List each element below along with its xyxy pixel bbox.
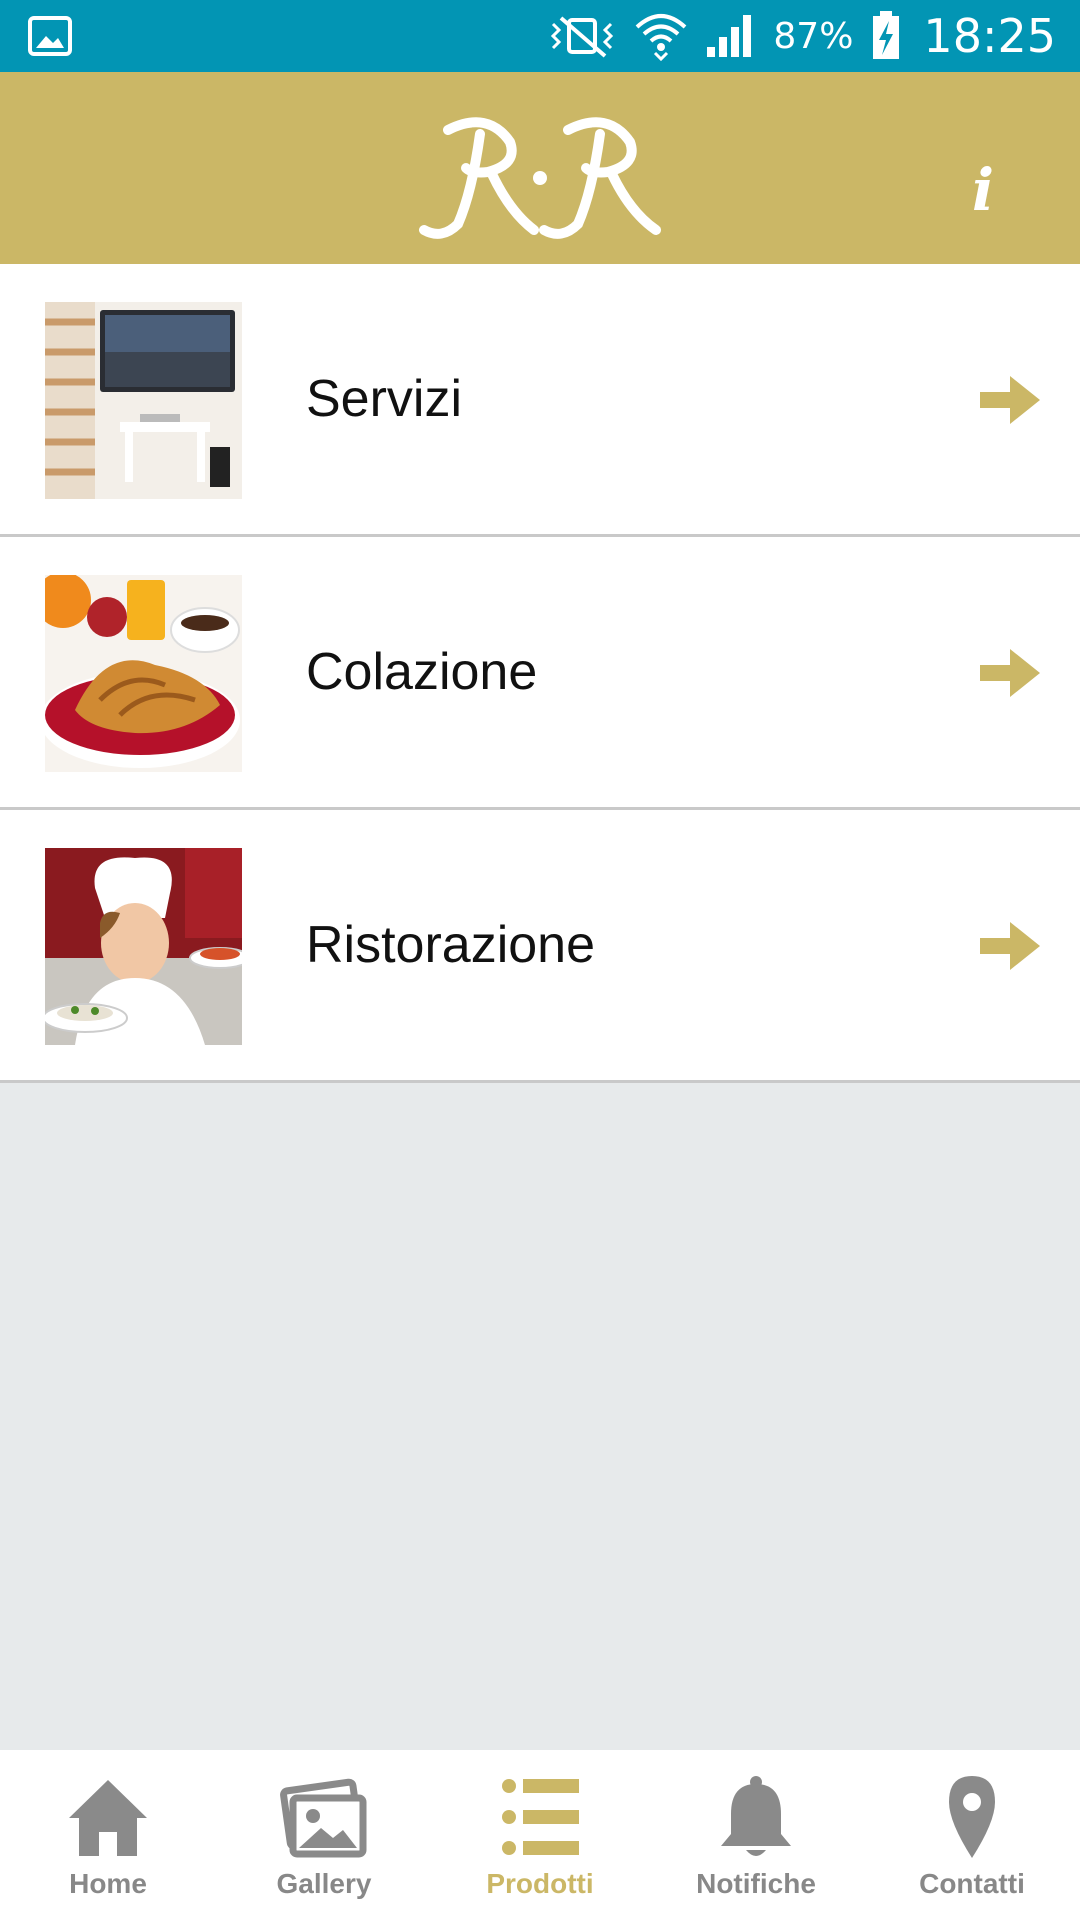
nav-home[interactable]: Home bbox=[0, 1750, 216, 1920]
vibrate-icon bbox=[551, 16, 614, 58]
bell-icon bbox=[721, 1776, 791, 1856]
info-button[interactable]: i bbox=[958, 150, 1008, 230]
home-icon bbox=[69, 1780, 147, 1856]
location-pin-icon bbox=[949, 1776, 995, 1858]
list-icon bbox=[502, 1779, 579, 1855]
wifi-icon bbox=[636, 14, 687, 61]
nav-gallery[interactable]: Gallery bbox=[216, 1750, 432, 1920]
chef-photo bbox=[45, 848, 242, 1045]
hotel-logo bbox=[419, 117, 661, 239]
signal-icon bbox=[707, 15, 752, 57]
list-item-colazione[interactable]: Colazione bbox=[0, 537, 1080, 810]
arrow-right-icon bbox=[980, 376, 1040, 424]
battery-percentage: 87% bbox=[773, 15, 854, 57]
nav-prodotti[interactable]: Prodotti bbox=[432, 1750, 648, 1920]
status-bar: 87% 18:25 bbox=[0, 0, 1080, 72]
croissant-breakfast-photo bbox=[45, 575, 242, 772]
gallery-notification-icon bbox=[28, 16, 72, 56]
arrow-right-icon bbox=[980, 649, 1040, 697]
list-item-label: Colazione bbox=[306, 643, 538, 701]
nav-label: Home bbox=[69, 1868, 147, 1899]
battery-charging-icon bbox=[873, 11, 900, 59]
list-item-ristorazione[interactable]: Ristorazione bbox=[0, 810, 1080, 1083]
list-item-label: Servizi bbox=[306, 370, 463, 428]
app-header: i bbox=[0, 72, 1080, 264]
nav-label: Gallery bbox=[276, 1868, 372, 1899]
nav-notifiche[interactable]: Notifiche bbox=[648, 1750, 864, 1920]
clock: 18:25 bbox=[923, 9, 1056, 63]
tv-room-photo bbox=[45, 302, 242, 499]
nav-label: Notifiche bbox=[696, 1868, 816, 1899]
nav-label: Prodotti bbox=[486, 1868, 594, 1899]
nav-label: Contatti bbox=[919, 1868, 1025, 1899]
arrow-right-icon bbox=[980, 922, 1040, 970]
list-item-servizi[interactable]: Servizi bbox=[0, 264, 1080, 537]
nav-contatti[interactable]: Contatti bbox=[864, 1750, 1080, 1920]
bottom-navigation: Home Gallery Prodotti Notifiche Contatti bbox=[0, 1750, 1080, 1920]
list-item-label: Ristorazione bbox=[306, 916, 596, 974]
image-icon bbox=[280, 1778, 367, 1858]
product-list: Servizi Colazione Ristorazione bbox=[0, 264, 1080, 1083]
